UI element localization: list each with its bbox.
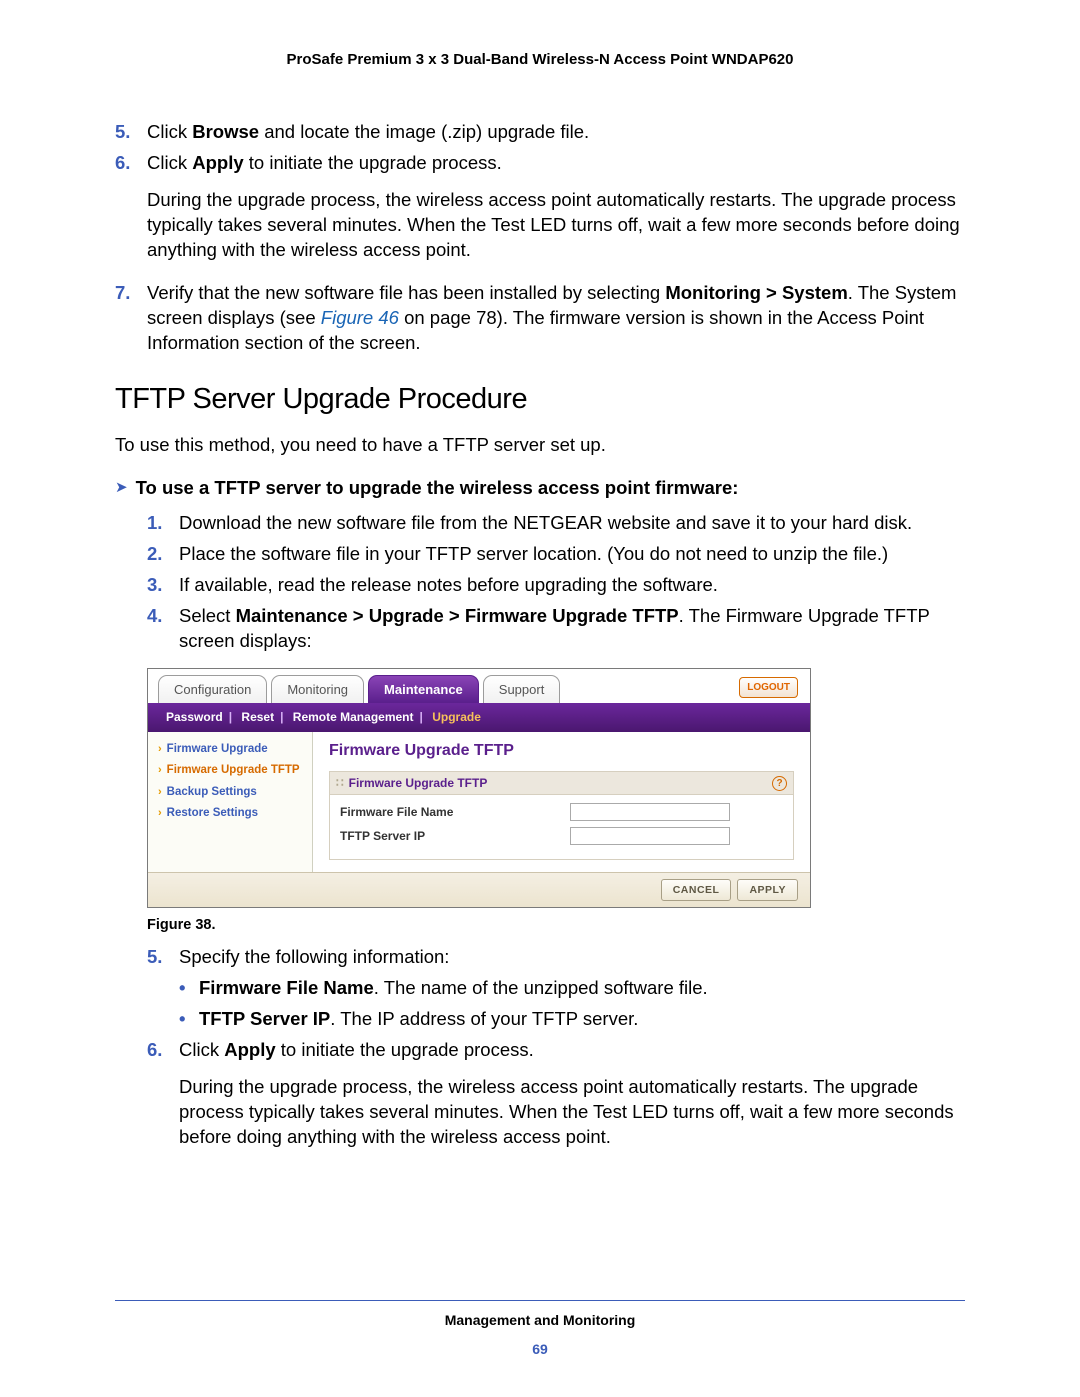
step-b6: Click Apply to initiate the upgrade proc… <box>179 1038 965 1162</box>
content-title: Firmware Upgrade TFTP <box>329 740 794 762</box>
step-number: 5. <box>115 120 147 145</box>
sidebar-item-restore-settings[interactable]: ›Restore Settings <box>158 806 302 822</box>
label-firmware-file-name: Firmware File Name <box>340 804 570 820</box>
subnav-password[interactable]: Password <box>166 710 223 724</box>
step-6: Click Apply to initiate the upgrade proc… <box>147 151 965 275</box>
grip-icon: ∷ <box>336 775 343 791</box>
figure-caption: Figure 38. <box>147 916 965 936</box>
help-icon[interactable]: ? <box>772 776 787 791</box>
step-number: 7. <box>115 281 147 356</box>
sidebar-item-backup-settings[interactable]: ›Backup Settings <box>158 785 302 801</box>
step-b5: Specify the following information: <box>179 945 965 970</box>
step-b3: If available, read the release notes bef… <box>179 573 965 598</box>
step-number: 1. <box>147 511 179 536</box>
subnav-upgrade[interactable]: Upgrade <box>432 710 481 724</box>
figure-38-screenshot: Configuration Monitoring Maintenance Sup… <box>147 668 965 908</box>
cancel-button[interactable]: CANCEL <box>661 879 732 901</box>
section-heading: TFTP Server Upgrade Procedure <box>115 380 965 419</box>
label-tftp-server-ip: TFTP Server IP <box>340 828 570 844</box>
figure-link[interactable]: Figure 46 <box>321 307 399 328</box>
tab-configuration[interactable]: Configuration <box>158 675 267 704</box>
tab-maintenance[interactable]: Maintenance <box>368 675 479 704</box>
step-number: 6. <box>147 1038 179 1162</box>
chevron-right-icon: › <box>158 763 162 778</box>
step-7: Verify that the new software file has be… <box>147 281 965 356</box>
chevron-right-icon: › <box>158 785 162 800</box>
step-5: Click Browse and locate the image (.zip)… <box>147 120 965 145</box>
sub-nav: Password| Reset| Remote Management| Upgr… <box>148 703 810 731</box>
tftp-server-ip-input[interactable] <box>570 827 730 845</box>
triangle-icon: ➤ <box>115 478 128 498</box>
page-number: 69 <box>532 1341 548 1357</box>
bullet-icon: • <box>179 976 199 1001</box>
subnav-reset[interactable]: Reset <box>241 710 274 724</box>
task-heading: ➤ To use a TFTP server to upgrade the wi… <box>115 476 965 501</box>
step-number: 5. <box>147 945 179 970</box>
page-footer: Management and Monitoring 69 <box>115 1300 965 1361</box>
subnav-remote-management[interactable]: Remote Management <box>293 710 414 724</box>
tab-monitoring[interactable]: Monitoring <box>271 675 364 704</box>
pane-header: ∷ Firmware Upgrade TFTP ? <box>329 771 794 795</box>
bullet-icon: • <box>179 1007 199 1032</box>
footer-section: Management and Monitoring <box>115 1311 965 1330</box>
step-b1: Download the new software file from the … <box>179 511 965 536</box>
step-number: 2. <box>147 542 179 567</box>
step-number: 4. <box>147 604 179 654</box>
logout-button[interactable]: LOGOUT <box>739 677 798 699</box>
sidebar-item-firmware-upgrade[interactable]: ›Firmware Upgrade <box>158 742 302 758</box>
bullet-firmware-file-name: • Firmware File Name. The name of the un… <box>147 976 965 1001</box>
doc-header: ProSafe Premium 3 x 3 Dual-Band Wireless… <box>115 50 965 70</box>
chevron-right-icon: › <box>158 806 162 821</box>
step-b2: Place the software file in your TFTP ser… <box>179 542 965 567</box>
step-b4: Select Maintenance > Upgrade > Firmware … <box>179 604 965 654</box>
lead-text: To use this method, you need to have a T… <box>115 433 965 458</box>
firmware-file-name-input[interactable] <box>570 803 730 821</box>
tab-support[interactable]: Support <box>483 675 561 704</box>
sidebar: ›Firmware Upgrade ›Firmware Upgrade TFTP… <box>148 732 313 872</box>
sidebar-item-firmware-upgrade-tftp[interactable]: ›Firmware Upgrade TFTP <box>158 763 302 779</box>
bullet-tftp-server-ip: • TFTP Server IP. The IP address of your… <box>147 1007 965 1032</box>
apply-button[interactable]: APPLY <box>737 879 798 901</box>
step-number: 6. <box>115 151 147 275</box>
step-number: 3. <box>147 573 179 598</box>
chevron-right-icon: › <box>158 742 162 757</box>
